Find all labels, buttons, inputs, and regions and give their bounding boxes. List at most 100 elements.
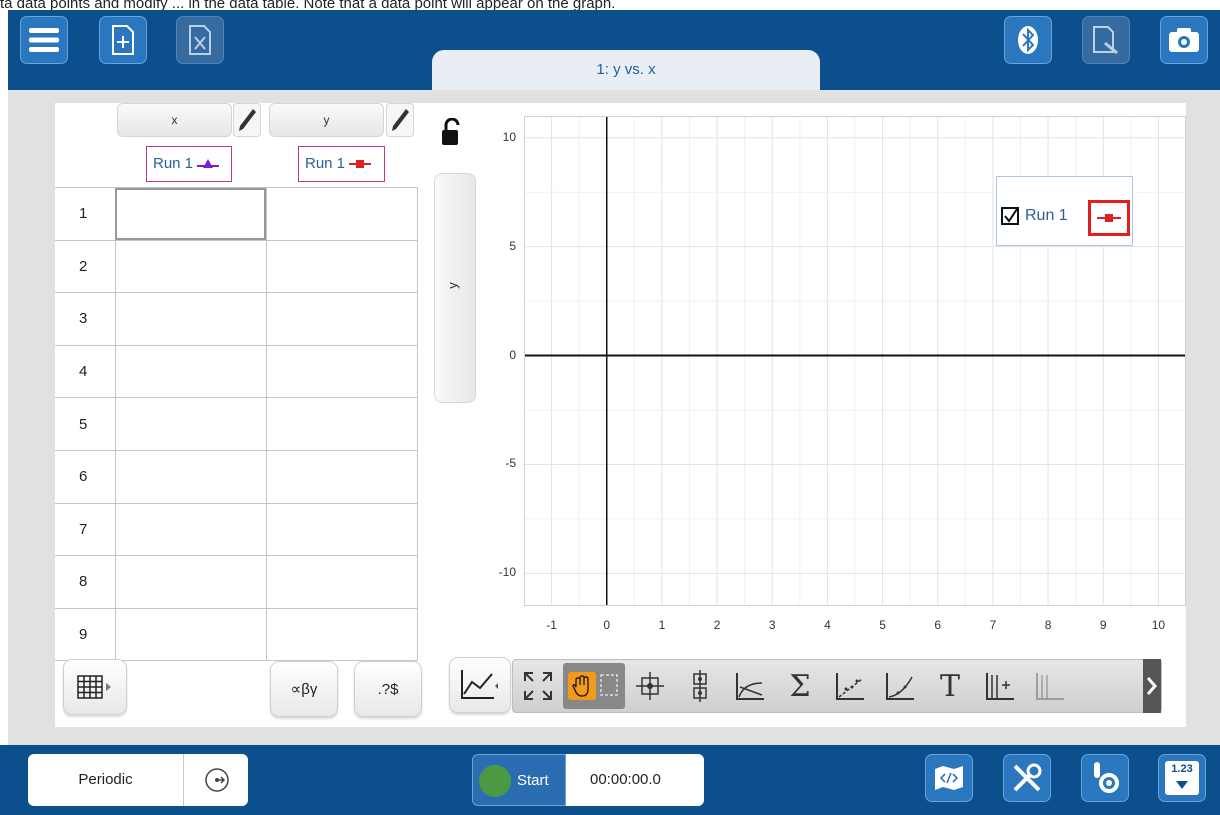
linear-fit-button[interactable]	[825, 663, 875, 709]
screenshot-button[interactable]	[1160, 16, 1208, 64]
add-column-button[interactable]	[975, 663, 1025, 709]
sensor-gear-icon	[1094, 762, 1119, 793]
row-number: 6	[55, 449, 116, 504]
x-tick-label: 2	[713, 618, 721, 632]
start-label: Start	[517, 772, 549, 789]
close-file-button[interactable]	[176, 16, 224, 64]
collection-settings-icon[interactable]	[204, 767, 230, 793]
annotation-text-icon: T	[939, 668, 960, 704]
cell-x[interactable]	[114, 555, 267, 609]
cell-x[interactable]	[114, 344, 267, 399]
curve-fit-icon	[886, 673, 914, 700]
statistics-button[interactable]: Σ	[775, 663, 825, 709]
x-tick-label: 7	[989, 618, 997, 632]
row-number: 9	[55, 607, 116, 662]
tangent-icon	[736, 673, 764, 700]
meter-label: 1.23	[1171, 763, 1193, 775]
start-button[interactable]: Start	[472, 754, 566, 806]
autoscale-button[interactable]	[513, 663, 563, 709]
square-marker-icon	[349, 160, 372, 169]
pencil-icon	[392, 109, 409, 131]
tools-button[interactable]	[1003, 754, 1051, 802]
x-tick-label: 0	[603, 618, 611, 632]
cell-x[interactable]	[114, 502, 267, 557]
x-tick-label: 6	[934, 618, 942, 632]
x-tick-label: 5	[879, 618, 886, 632]
y-tick-label: 5	[509, 238, 516, 253]
checkbox-checked-icon[interactable]	[1001, 207, 1019, 225]
sensor-settings-button[interactable]	[1081, 754, 1129, 802]
units-button[interactable]: .?$	[354, 661, 422, 717]
meter-icon: 1.23	[1165, 761, 1199, 795]
edit-column-x-button[interactable]	[233, 103, 261, 137]
x-tick-label: 4	[824, 618, 831, 632]
y-axis-column-selector[interactable]: y	[434, 173, 476, 403]
autoscale-icon	[524, 672, 552, 700]
edit-column-y-button[interactable]	[386, 103, 414, 137]
lock-button[interactable]	[441, 117, 461, 153]
cell-y[interactable]	[265, 292, 418, 346]
add-column-icon	[986, 673, 1014, 700]
column-header-y[interactable]: y	[269, 103, 384, 137]
table-row: 9	[55, 607, 418, 662]
select-tool-icon[interactable]	[599, 673, 621, 699]
y-tick-label: -10	[498, 565, 516, 580]
symbols-button[interactable]: ∝βγ	[270, 661, 338, 717]
linear-fit-icon	[836, 673, 864, 700]
row-number: 1	[55, 187, 116, 241]
x-tick-label: 8	[1044, 618, 1052, 632]
data-table: 123456789	[55, 187, 418, 662]
x-tick-label: 3	[768, 618, 776, 632]
table-options-button[interactable]	[63, 659, 127, 715]
cell-x[interactable]	[114, 607, 267, 662]
meter-button[interactable]: 1.23	[1158, 754, 1206, 802]
table-row: 8	[55, 555, 418, 609]
graph-legend[interactable]: Run 1	[996, 176, 1133, 246]
row-number: 5	[55, 397, 116, 451]
cell-y[interactable]	[265, 239, 418, 294]
camera-icon	[1169, 28, 1199, 52]
add-column-icon	[1036, 673, 1064, 700]
graph-options-button[interactable]	[449, 657, 511, 713]
y-axis-tab-label: y	[444, 282, 460, 289]
cell-y[interactable]	[265, 555, 418, 609]
graph-toolbar: Σ T	[512, 659, 1162, 713]
curve-fit-button[interactable]	[875, 663, 925, 709]
cell-y[interactable]	[265, 607, 418, 662]
toolbar-more-button[interactable]	[1143, 659, 1161, 713]
menu-button[interactable]	[20, 16, 68, 64]
chevron-right-icon	[1147, 677, 1157, 695]
cell-x[interactable]	[114, 239, 267, 294]
start-indicator-icon	[479, 765, 511, 797]
pan-select-toggle[interactable]	[563, 663, 625, 709]
cell-y[interactable]	[265, 187, 418, 241]
cell-x[interactable]	[114, 397, 267, 451]
cell-x[interactable]	[114, 187, 267, 241]
examine-button[interactable]	[625, 663, 675, 709]
cell-y[interactable]	[265, 344, 418, 399]
new-file-icon	[112, 25, 134, 55]
tab-graph-y-vs-x[interactable]: 1: y vs. x	[432, 50, 820, 90]
pan-tool-icon[interactable]	[567, 672, 596, 700]
code-button[interactable]	[925, 754, 973, 802]
column-header-x[interactable]: x	[117, 103, 232, 137]
x-tick-label: -1	[546, 618, 557, 632]
row-number: 2	[55, 239, 116, 294]
new-file-button[interactable]	[99, 16, 147, 64]
add-column-disabled-button[interactable]	[1025, 663, 1075, 709]
cell-y[interactable]	[265, 397, 418, 451]
cell-y[interactable]	[265, 502, 418, 557]
annotation-button[interactable]: T	[925, 663, 975, 709]
legend-marker[interactable]	[1088, 200, 1130, 236]
row-number: 8	[55, 555, 116, 609]
cell-x[interactable]	[114, 449, 267, 504]
bluetooth-button[interactable]	[1004, 16, 1052, 64]
collection-mode-control[interactable]: Periodic	[28, 754, 248, 806]
cell-x[interactable]	[114, 292, 267, 346]
y-tick-label: -5	[505, 456, 516, 471]
interpolate-button[interactable]	[675, 663, 725, 709]
tangent-button[interactable]	[725, 663, 775, 709]
y-tick-label: 0	[509, 347, 516, 362]
cell-y[interactable]	[265, 449, 418, 504]
annotate-button[interactable]	[1082, 16, 1130, 64]
